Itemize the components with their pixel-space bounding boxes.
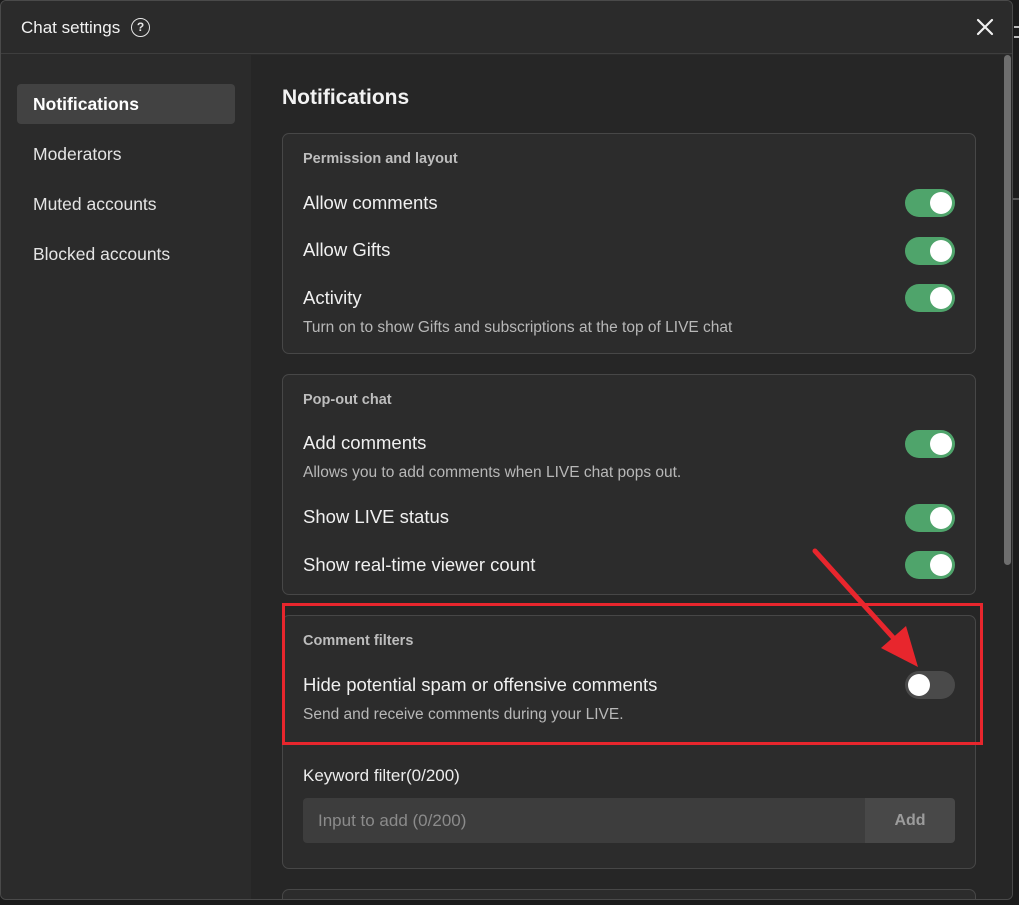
show-viewer-count-label: Show real-time viewer count — [303, 554, 536, 575]
add-comments-description: Allows you to add comments when LIVE cha… — [303, 464, 682, 481]
scrollbar-thumb[interactable] — [1004, 55, 1011, 565]
keyword-filter-input[interactable] — [303, 798, 867, 843]
show-viewer-count-toggle[interactable] — [905, 551, 955, 579]
toggle-knob — [908, 674, 930, 696]
allow-gifts-toggle[interactable] — [905, 237, 955, 265]
scrollbar[interactable] — [1004, 55, 1011, 565]
toggle-knob — [930, 433, 952, 455]
settings-panel: Notifications Permission and layout Allo… — [251, 55, 1012, 899]
activity-toggle[interactable] — [905, 284, 955, 312]
toggle-knob — [930, 240, 952, 262]
divider — [1013, 198, 1019, 200]
sidebar-item-label: Muted accounts — [33, 194, 157, 214]
activity-description: Turn on to show Gifts and subscriptions … — [303, 319, 733, 336]
add-keyword-button[interactable]: Add — [865, 798, 955, 843]
add-comments-label: Add comments — [303, 432, 427, 453]
section-title: Permission and layout — [303, 151, 458, 167]
chat-settings-dialog: Chat settings ? Notifications Moderators… — [0, 0, 1013, 900]
sidebar: Notifications Moderators Muted accounts … — [1, 55, 251, 899]
add-comments-toggle[interactable] — [905, 430, 955, 458]
background-window-edge — [1013, 0, 1019, 905]
popout-chat-card: Pop-out chat Add comments Allows you to … — [282, 374, 976, 595]
hide-spam-toggle[interactable] — [905, 671, 955, 699]
allow-comments-toggle[interactable] — [905, 189, 955, 217]
keyword-filter-label: Keyword filter(0/200) — [303, 766, 460, 785]
comment-filters-card: Comment filters Hide potential spam or o… — [282, 615, 976, 869]
toggle-knob — [930, 192, 952, 214]
show-live-status-toggle[interactable] — [905, 504, 955, 532]
sidebar-item-label: Blocked accounts — [33, 244, 171, 264]
sidebar-item-label: Notifications — [33, 94, 139, 114]
toggle-knob — [930, 507, 952, 529]
hide-spam-description: Send and receive comments during your LI… — [303, 706, 624, 723]
section-title: Comment filters — [303, 633, 414, 649]
sidebar-item-label: Moderators — [33, 144, 122, 164]
section-title: Pop-out chat — [303, 392, 392, 408]
toggle-knob — [930, 554, 952, 576]
sidebar-item-muted-accounts[interactable]: Muted accounts — [17, 184, 235, 224]
sidebar-item-moderators[interactable]: Moderators — [17, 134, 235, 174]
hide-spam-label: Hide potential spam or offensive comment… — [303, 674, 658, 695]
permission-layout-card: Permission and layout Allow comments All… — [282, 133, 976, 354]
activity-label: Activity — [303, 287, 362, 308]
help-icon[interactable]: ? — [131, 18, 150, 37]
next-section-card — [282, 889, 976, 899]
show-live-status-label: Show LIVE status — [303, 506, 450, 527]
menu-icon — [1014, 26, 1019, 38]
sidebar-item-notifications[interactable]: Notifications — [17, 84, 235, 124]
allow-gifts-label: Allow Gifts — [303, 239, 391, 260]
sidebar-item-blocked-accounts[interactable]: Blocked accounts — [17, 234, 235, 274]
title-bar: Chat settings ? — [1, 1, 1012, 54]
page-title: Notifications — [282, 86, 410, 109]
allow-comments-label: Allow comments — [303, 192, 438, 213]
toggle-knob — [930, 287, 952, 309]
close-icon[interactable] — [975, 17, 995, 37]
dialog-title: Chat settings — [21, 18, 121, 37]
